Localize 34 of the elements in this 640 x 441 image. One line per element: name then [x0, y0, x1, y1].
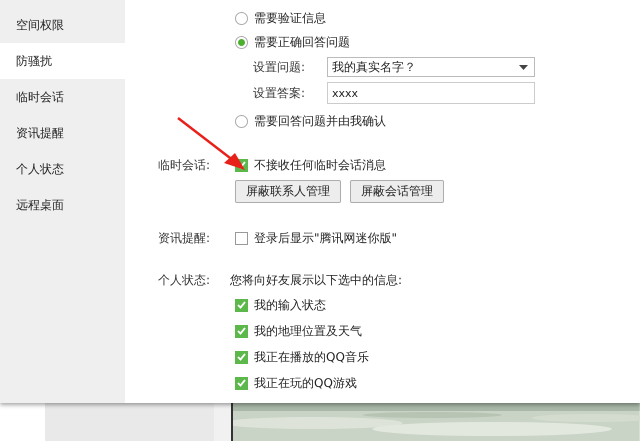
status-intro: 您将向好友展示以下选中的信息: [230, 272, 402, 288]
sidebar-item[interactable]: 远程桌面 [0, 187, 125, 223]
checked-checkbox[interactable] [235, 298, 248, 312]
question-dropdown[interactable]: 我的真实名字？ [327, 57, 535, 77]
checkbox-label: 我正在玩的QQ游戏 [254, 374, 357, 392]
radio-label: 需要正确回答问题 [254, 34, 350, 50]
sidebar-item[interactable]: 临时会话 [0, 79, 125, 115]
checkbox[interactable] [235, 232, 248, 244]
sidebar-item[interactable]: 资讯提醒 [0, 115, 125, 151]
section-label: 临时会话: [158, 156, 212, 174]
answer-field[interactable]: xxxx [327, 82, 535, 104]
section-label: 资讯提醒: [158, 230, 212, 246]
checkbox-label: 我的地理位置及天气 [254, 322, 362, 340]
checkbox-label: 我的输入状态 [254, 296, 326, 314]
sidebar-item[interactable]: 防骚扰 [0, 43, 125, 79]
checkbox-label: 登录后显示"腾讯网迷你版" [254, 230, 398, 246]
radio-label: 需要验证信息 [254, 10, 326, 26]
sidebar-item[interactable]: 个人状态 [0, 151, 125, 187]
radio-button[interactable] [235, 36, 248, 48]
manage-button[interactable]: 屏蔽会话管理 [350, 180, 444, 202]
checkbox-label: 不接收任何临时会话消息 [254, 156, 386, 174]
checkbox-label: 我正在播放的QQ音乐 [254, 348, 369, 366]
manage-button[interactable]: 屏蔽联系人管理 [235, 180, 341, 202]
checked-checkbox[interactable] [235, 350, 248, 364]
caret-icon [519, 64, 528, 70]
checked-checkbox[interactable] [235, 324, 248, 338]
radio-button[interactable] [235, 12, 248, 24]
field-label: 设置答案: [253, 84, 306, 102]
radio-button[interactable] [235, 114, 248, 128]
checked-checkbox[interactable] [235, 376, 248, 390]
field-label: 设置问题: [253, 58, 306, 76]
radio-label: 需要回答问题并由我确认 [254, 112, 386, 130]
section-label: 个人状态: [158, 272, 212, 288]
sidebar-item[interactable]: 空间权限 [0, 7, 125, 43]
